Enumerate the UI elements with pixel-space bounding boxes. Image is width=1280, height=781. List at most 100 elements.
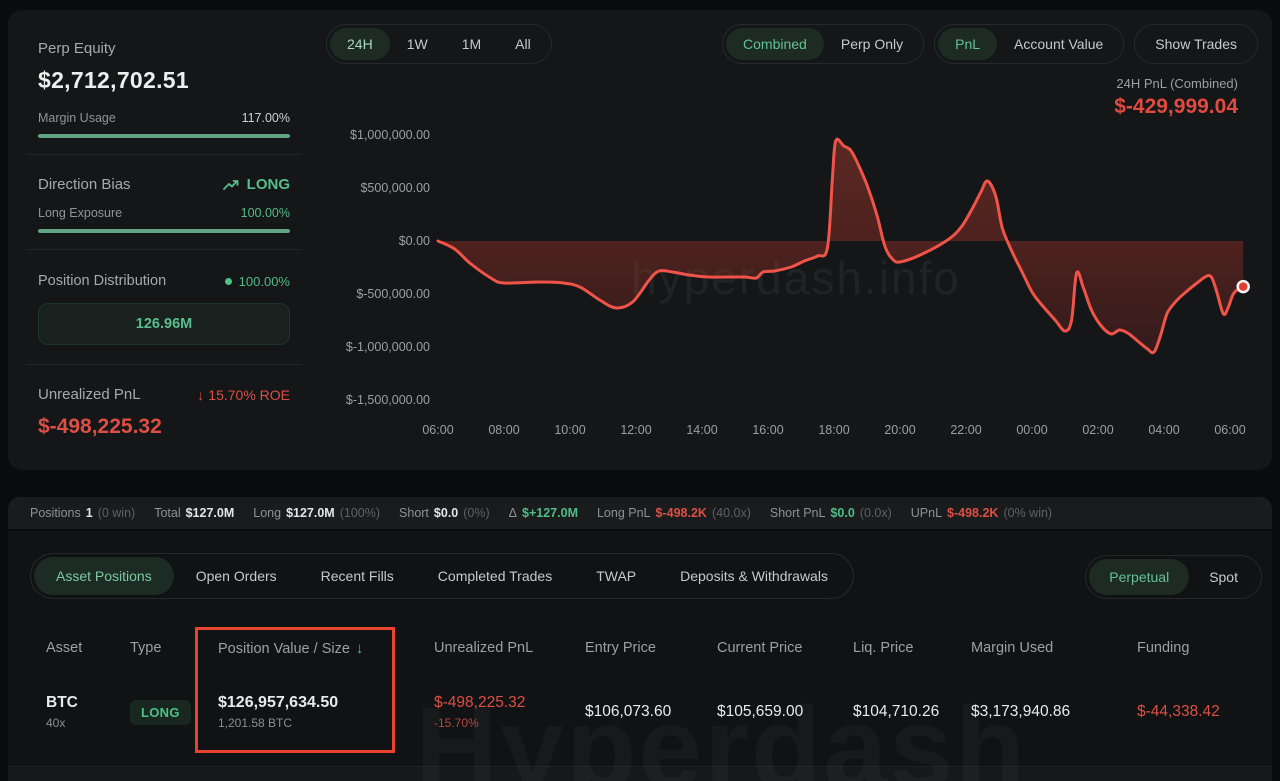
- period-tab-all[interactable]: All: [498, 28, 548, 60]
- pnl-readout-label: 24H PnL (Combined): [1114, 76, 1238, 91]
- chart-controls: Combined Perp Only PnL Account Value Sho…: [722, 24, 1258, 64]
- y-tick: $500,000.00: [360, 181, 430, 195]
- account-sidebar: Perp Equity $2,712,702.51 Margin Usage 1…: [8, 10, 320, 470]
- position-size: 1,201.58 BTC: [218, 716, 434, 730]
- y-tick: $-500,000.00: [356, 287, 430, 301]
- positions-panel: Asset Positions Open Orders Recent Fills…: [8, 531, 1272, 781]
- positions-summary-bar: Positions 1 (0 win) Total $127.0M Long $…: [8, 497, 1272, 529]
- table-row[interactable]: BTC 40x LONG $126,957,634.50 1,201.58 BT…: [8, 678, 1272, 746]
- y-tick: $-1,500,000.00: [346, 393, 430, 407]
- position-distribution-pct: 100.00%: [239, 274, 290, 289]
- scope-perp-only-button[interactable]: Perp Only: [824, 28, 920, 60]
- section-tabs: Asset Positions Open Orders Recent Fills…: [30, 553, 854, 599]
- header-margin-used[interactable]: Margin Used: [971, 640, 1137, 656]
- cell-type: LONG: [130, 700, 218, 725]
- header-entry-price[interactable]: Entry Price: [585, 640, 717, 656]
- margin-usage-bar: [38, 134, 290, 138]
- long-exposure-label: Long Exposure: [38, 206, 122, 220]
- long-exposure-bar: [38, 229, 290, 233]
- long-badge: LONG: [130, 700, 191, 725]
- table-header: Asset Type Position Value / Size↓ Unreal…: [8, 625, 1272, 671]
- x-tick: 18:00: [818, 423, 849, 437]
- market-toggle: Perpetual Spot: [1085, 555, 1262, 599]
- x-tick: 22:00: [950, 423, 981, 437]
- x-tick: 16:00: [752, 423, 783, 437]
- period-tab-1m[interactable]: 1M: [445, 28, 498, 60]
- scope-combined-button[interactable]: Combined: [726, 28, 824, 60]
- position-distribution-value-box: 126.96M: [38, 303, 290, 345]
- cell-entry-price: $106,073.60: [585, 703, 717, 721]
- tab-recent-fills[interactable]: Recent Fills: [299, 557, 416, 595]
- hyperdash-dashboard: Perp Equity $2,712,702.51 Margin Usage 1…: [0, 0, 1280, 781]
- y-tick: $1,000,000.00: [350, 128, 430, 142]
- header-liq-price[interactable]: Liq. Price: [853, 640, 971, 656]
- position-distribution-label: Position Distribution: [38, 273, 166, 289]
- market-spot-button[interactable]: Spot: [1189, 559, 1258, 595]
- x-tick: 10:00: [554, 423, 585, 437]
- perp-equity-section: Perp Equity $2,712,702.51 Margin Usage 1…: [38, 40, 290, 138]
- unrealized-pnl: $-498,225.32: [434, 694, 585, 712]
- show-trades-button[interactable]: Show Trades: [1134, 24, 1258, 64]
- unrealized-pnl-pct: -15.70%: [434, 716, 585, 730]
- tab-twap[interactable]: TWAP: [574, 557, 658, 595]
- cell-unrealized-pnl: $-498,225.32 -15.70%: [434, 694, 585, 730]
- x-tick: 20:00: [884, 423, 915, 437]
- summary-long: Long $127.0M (100%): [253, 506, 380, 520]
- sort-desc-icon: ↓: [356, 640, 364, 657]
- margin-usage-bar-fill: [38, 134, 290, 138]
- unrealized-pnl-section: Unrealized PnL ↓ 15.70% ROE $-498,225.32: [38, 386, 290, 439]
- summary-positions: Positions 1 (0 win): [30, 506, 135, 520]
- scope-toggle: Combined Perp Only: [722, 24, 924, 64]
- unrealized-pnl-value: $-498,225.32: [38, 415, 290, 439]
- header-type[interactable]: Type: [130, 640, 218, 656]
- pnl-readout-value: $-429,999.04: [1114, 95, 1238, 119]
- cell-margin-used: $3,173,940.86: [971, 703, 1137, 721]
- cell-current-price: $105,659.00: [717, 703, 853, 721]
- unrealized-pnl-label: Unrealized PnL: [38, 386, 141, 403]
- header-position-value[interactable]: Position Value / Size↓: [218, 640, 434, 657]
- header-current-price[interactable]: Current Price: [717, 640, 853, 656]
- pnl-readout: 24H PnL (Combined) $-429,999.04: [1114, 76, 1238, 119]
- next-row-strip: [8, 766, 1272, 781]
- x-tick: 02:00: [1082, 423, 1113, 437]
- long-exposure-value: 100.00%: [241, 206, 290, 220]
- position-distribution-section: Position Distribution 100.00% 126.96M: [38, 273, 290, 345]
- x-tick: 04:00: [1148, 423, 1179, 437]
- x-tick: 00:00: [1016, 423, 1047, 437]
- margin-usage-value: 117.00%: [242, 111, 290, 125]
- x-tick: 06:00: [1214, 423, 1245, 437]
- header-asset[interactable]: Asset: [46, 640, 130, 656]
- pnl-area-fill: [438, 139, 1243, 353]
- pnl-chart: hyperdash.info $1,000,000.00 $500,000.00…: [336, 118, 1262, 454]
- summary-delta: Δ $+127.0M: [509, 506, 578, 520]
- direction-bias-label: Direction Bias: [38, 176, 131, 193]
- metric-pnl-button[interactable]: PnL: [938, 28, 997, 60]
- summary-upnl: UPnL $-498.2K (0% win): [911, 506, 1052, 520]
- summary-short: Short $0.0 (0%): [399, 506, 490, 520]
- y-tick: $-1,000,000.00: [346, 340, 430, 354]
- overview-panel: Perp Equity $2,712,702.51 Margin Usage 1…: [8, 10, 1272, 470]
- last-value-marker: [1238, 281, 1249, 292]
- market-perpetual-button[interactable]: Perpetual: [1089, 559, 1189, 595]
- tab-deposits-withdrawals[interactable]: Deposits & Withdrawals: [658, 557, 850, 595]
- asset-leverage: 40x: [46, 716, 130, 730]
- summary-long-pnl: Long PnL $-498.2K (40.0x): [597, 506, 751, 520]
- tab-open-orders[interactable]: Open Orders: [174, 557, 299, 595]
- unrealized-roe-value: 15.70% ROE: [208, 387, 290, 403]
- metric-account-value-button[interactable]: Account Value: [997, 28, 1120, 60]
- divider: [26, 154, 302, 155]
- period-tab-24h[interactable]: 24H: [330, 28, 390, 60]
- long-exposure-bar-fill: [38, 229, 290, 233]
- summary-total: Total $127.0M: [154, 506, 234, 520]
- cell-asset: BTC 40x: [46, 694, 130, 730]
- perp-equity-value: $2,712,702.51: [38, 67, 290, 94]
- header-funding[interactable]: Funding: [1137, 640, 1252, 656]
- period-tab-1w[interactable]: 1W: [390, 28, 445, 60]
- x-tick: 08:00: [488, 423, 519, 437]
- asset-symbol: BTC: [46, 694, 130, 712]
- perp-equity-label: Perp Equity: [38, 40, 290, 57]
- header-unrealized-pnl[interactable]: Unrealized PnL: [434, 640, 585, 656]
- tab-asset-positions[interactable]: Asset Positions: [34, 557, 174, 595]
- metric-toggle: PnL Account Value: [934, 24, 1124, 64]
- tab-completed-trades[interactable]: Completed Trades: [416, 557, 574, 595]
